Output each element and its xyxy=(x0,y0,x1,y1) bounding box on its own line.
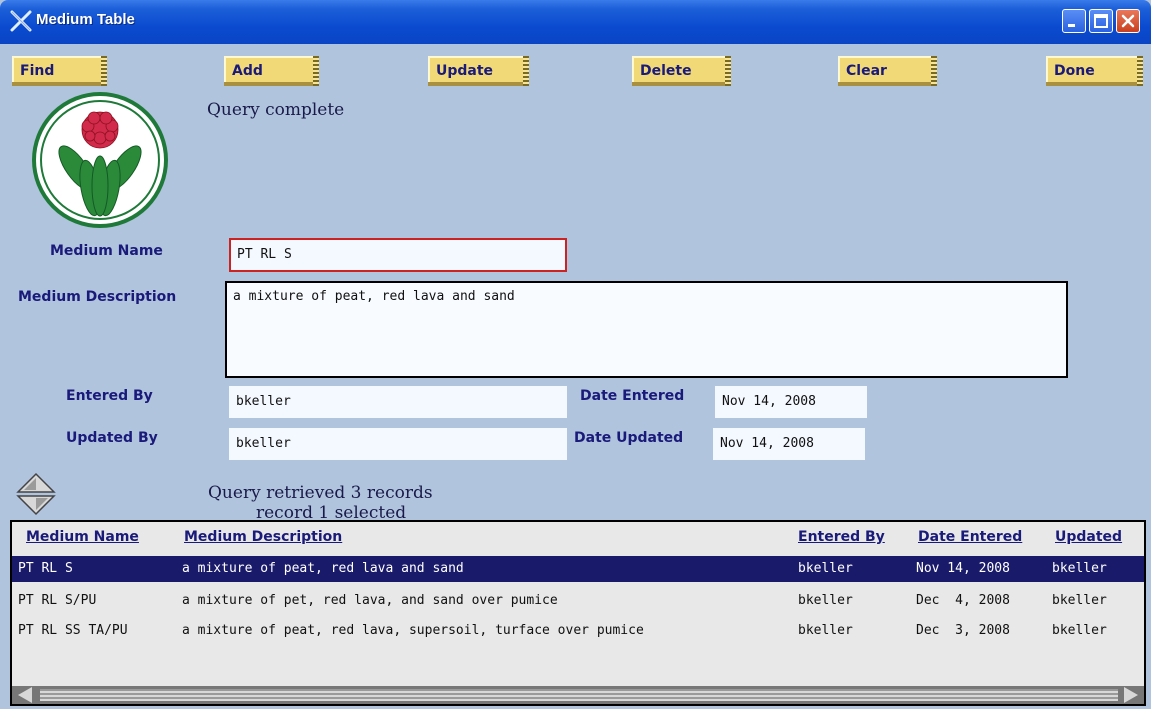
done-button[interactable]: Done xyxy=(1046,56,1143,86)
cell-updated: bkeller xyxy=(1052,593,1107,608)
window-title: Medium Table xyxy=(36,11,135,28)
cell-updated: bkeller xyxy=(1052,623,1107,638)
date-updated-field[interactable]: Nov 14, 2008 xyxy=(713,428,865,460)
cell-date-entered: Dec 4, 2008 xyxy=(916,593,1010,608)
medium-description-field[interactable]: a mixture of peat, red lava and sand xyxy=(225,281,1068,378)
updated-by-label: Updated By xyxy=(66,430,158,446)
records-retrieved-status: Query retrieved 3 records xyxy=(208,483,433,503)
record-nav-arrows[interactable] xyxy=(14,468,58,520)
medium-name-field[interactable]: PT RL S xyxy=(229,238,567,272)
maximize-button[interactable] xyxy=(1089,9,1113,33)
flower-logo xyxy=(32,92,168,228)
scroll-left-icon[interactable] xyxy=(18,687,32,703)
find-button[interactable]: Find xyxy=(12,56,107,86)
column-header-updated[interactable]: Updated xyxy=(1055,529,1122,545)
status-message: Query complete xyxy=(207,100,345,120)
cell-entered-by: bkeller xyxy=(798,561,853,576)
cell-updated: bkeller xyxy=(1052,561,1107,576)
cell-date-entered: Nov 14, 2008 xyxy=(916,561,1010,576)
cell-medium-description: a mixture of peat, red lava, supersoil, … xyxy=(182,623,644,638)
update-button[interactable]: Update xyxy=(428,56,529,86)
table-header: Medium Name Medium Description Entered B… xyxy=(12,522,1144,554)
add-button[interactable]: Add xyxy=(224,56,319,86)
minimize-icon xyxy=(1068,24,1075,27)
entered-by-label: Entered By xyxy=(66,388,153,404)
updated-by-field[interactable]: bkeller xyxy=(229,428,567,460)
date-entered-field[interactable]: Nov 14, 2008 xyxy=(715,386,867,418)
scrollbar-thumb[interactable] xyxy=(40,689,1118,701)
cell-medium-name: PT RL SS TA/PU xyxy=(18,623,128,638)
date-entered-label: Date Entered xyxy=(580,388,685,404)
cell-medium-description: a mixture of pet, red lava, and sand ove… xyxy=(182,593,558,608)
column-header-entered-by[interactable]: Entered By xyxy=(798,529,885,545)
cell-medium-name: PT RL S/PU xyxy=(18,593,97,608)
cell-entered-by: bkeller xyxy=(798,593,853,608)
x-app-icon xyxy=(10,10,32,32)
medium-description-label: Medium Description xyxy=(18,289,177,305)
column-header-medium-description[interactable]: Medium Description xyxy=(184,529,342,545)
date-updated-label: Date Updated xyxy=(574,430,684,446)
close-button[interactable] xyxy=(1116,9,1140,33)
column-header-medium-name[interactable]: Medium Name xyxy=(26,529,139,545)
record-selected-status: record 1 selected xyxy=(256,503,407,520)
entered-by-field[interactable]: bkeller xyxy=(229,386,567,418)
maximize-icon xyxy=(1094,14,1108,28)
results-table: Medium Name Medium Description Entered B… xyxy=(10,520,1146,706)
up-arrow-icon[interactable] xyxy=(16,472,56,493)
cell-date-entered: Dec 3, 2008 xyxy=(916,623,1010,638)
cell-medium-name: PT RL S xyxy=(18,561,73,576)
scroll-right-icon[interactable] xyxy=(1124,687,1138,703)
column-header-date-entered[interactable]: Date Entered xyxy=(918,529,1022,545)
table-row[interactable]: PT RL S/PU a mixture of pet, red lava, a… xyxy=(12,588,1144,614)
title-bar[interactable]: Medium Table xyxy=(0,0,1151,44)
minimize-button[interactable] xyxy=(1062,9,1086,33)
medium-name-label: Medium Name xyxy=(50,243,163,259)
clear-button[interactable]: Clear xyxy=(838,56,937,86)
close-icon xyxy=(1121,14,1135,28)
cell-entered-by: bkeller xyxy=(798,623,853,638)
delete-button[interactable]: Delete xyxy=(632,56,731,86)
table-row[interactable]: PT RL S a mixture of peat, red lava and … xyxy=(12,556,1144,582)
cell-medium-description: a mixture of peat, red lava and sand xyxy=(182,561,464,576)
horizontal-scrollbar[interactable] xyxy=(12,686,1144,704)
medium-table-window: Medium Table Find Add Update Delete Clea… xyxy=(0,0,1151,709)
table-row[interactable]: PT RL SS TA/PU a mixture of peat, red la… xyxy=(12,618,1144,644)
down-arrow-icon[interactable] xyxy=(16,495,56,516)
